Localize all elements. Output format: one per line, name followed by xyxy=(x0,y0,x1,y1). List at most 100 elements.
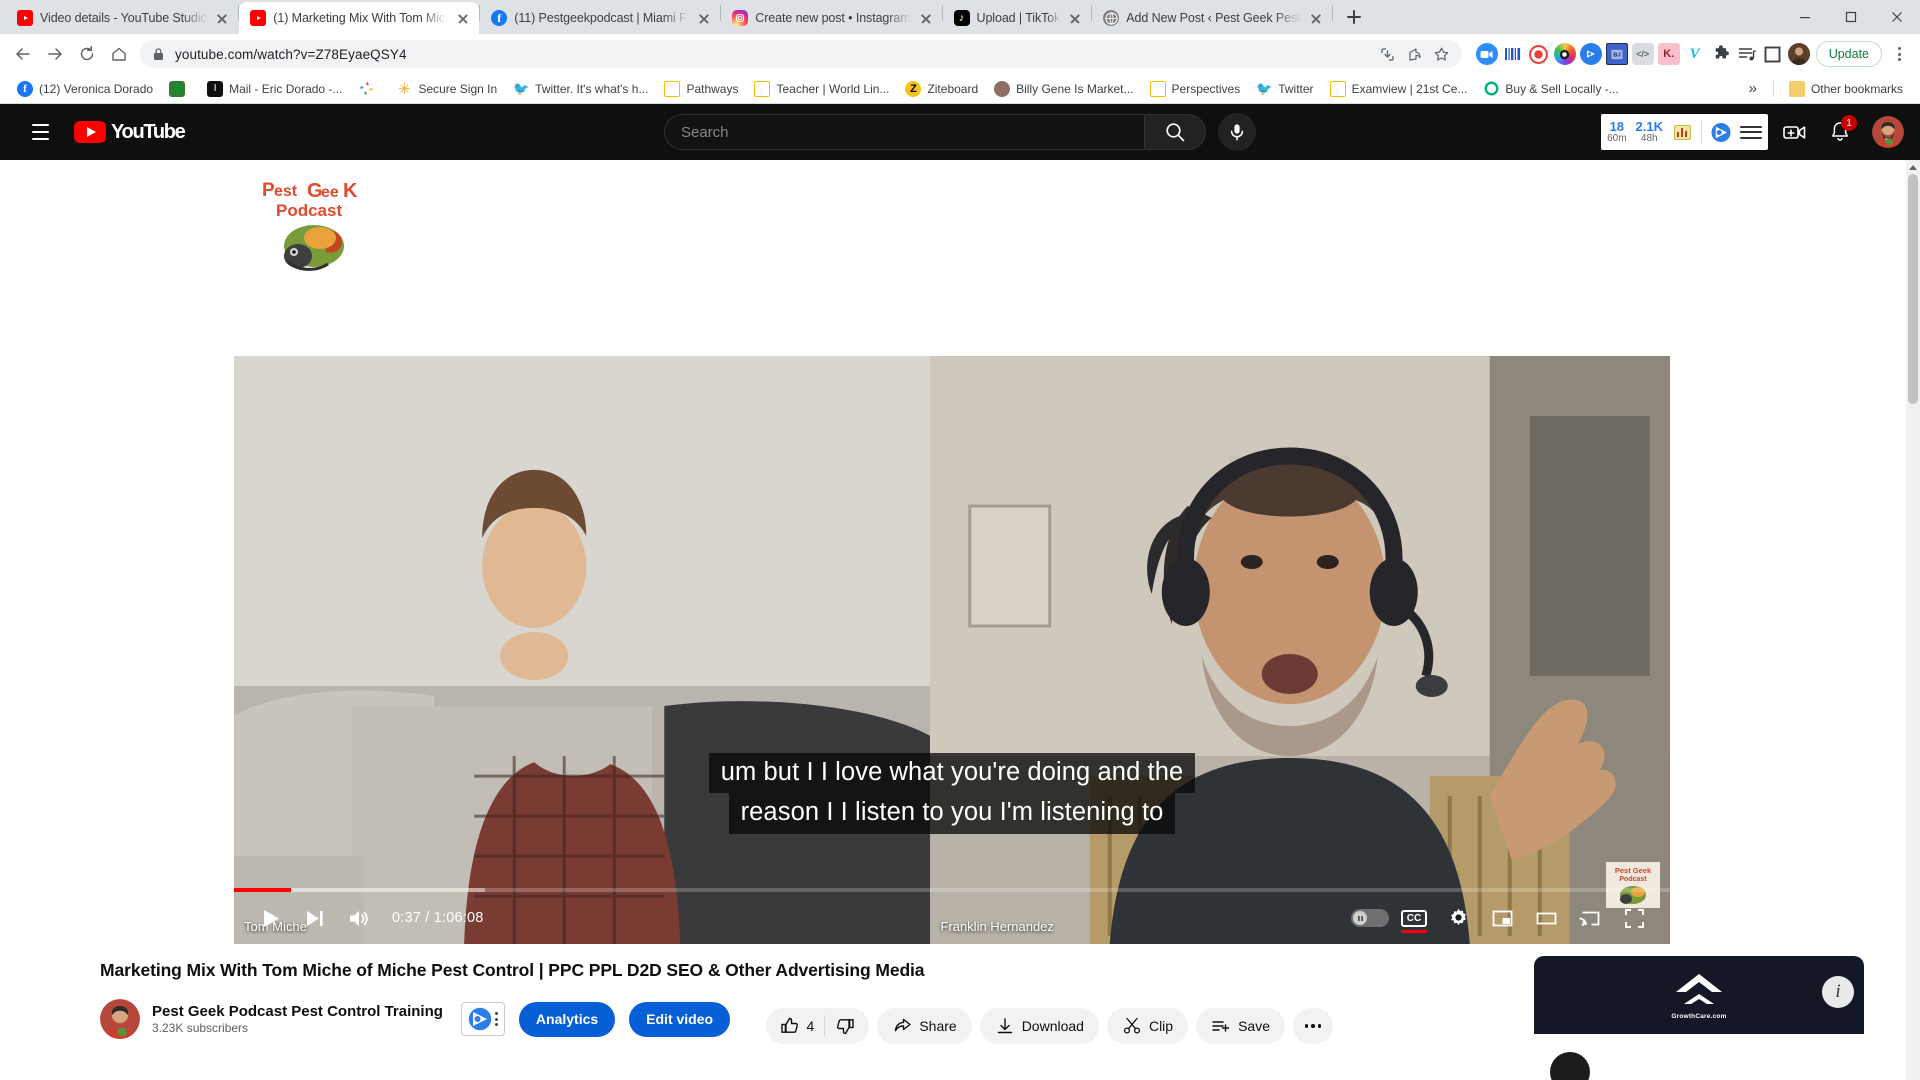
browser-tab[interactable]: Video details - YouTube Studio xyxy=(6,2,238,34)
theater-mode-icon[interactable] xyxy=(1524,896,1568,940)
guide-menu-icon[interactable] xyxy=(20,112,60,152)
browser-tab[interactable]: f (11) Pestgeekpodcast | Miami FL xyxy=(480,2,720,34)
account-avatar[interactable] xyxy=(1872,116,1904,148)
other-bookmarks-button[interactable]: Other bookmarks xyxy=(1782,78,1910,100)
browser-tab-active[interactable]: (1) Marketing Mix With Tom Mich xyxy=(239,2,480,34)
maximize-icon[interactable] xyxy=(1828,0,1874,34)
scroll-up-arrow[interactable] xyxy=(1906,160,1920,174)
volume-icon[interactable] xyxy=(336,896,380,940)
back-icon[interactable] xyxy=(8,39,38,69)
profile-avatar[interactable] xyxy=(1787,43,1810,65)
close-icon[interactable] xyxy=(1067,10,1083,26)
analytics-button[interactable]: Analytics xyxy=(518,1001,616,1037)
recorder-extension-icon[interactable] xyxy=(1527,43,1550,65)
home-icon[interactable] xyxy=(104,39,134,69)
keywords-everywhere-extension-icon[interactable]: K. xyxy=(1657,43,1680,65)
puzzle-extension-icon[interactable] xyxy=(1710,43,1732,65)
save-button[interactable]: Save xyxy=(1196,1008,1285,1044)
dislike-button[interactable] xyxy=(835,1016,865,1036)
close-icon[interactable] xyxy=(455,10,471,26)
play-icon[interactable] xyxy=(248,896,292,940)
hamburger-icon[interactable] xyxy=(1740,121,1762,143)
create-video-icon[interactable] xyxy=(1774,112,1814,152)
playlist-extension-icon[interactable] xyxy=(1736,43,1758,65)
tubebuddy-extension-icon[interactable] xyxy=(1579,43,1602,65)
miniplayer-icon[interactable] xyxy=(1480,896,1524,940)
bookmark-item[interactable]: f (12) Veronica Dorado xyxy=(10,78,160,100)
channel-name[interactable]: Pest Geek Podcast Pest Control Training xyxy=(152,1003,443,1020)
bookmark-item[interactable] xyxy=(351,78,387,100)
search-input[interactable]: Search xyxy=(664,114,1144,150)
youtube-logo[interactable]: YouTube xyxy=(74,121,186,144)
download-button[interactable]: Download xyxy=(979,1008,1099,1044)
update-button[interactable]: Update xyxy=(1815,41,1882,67)
search-button[interactable] xyxy=(1144,114,1206,150)
close-icon[interactable] xyxy=(918,10,934,26)
vimeo-extension-icon[interactable]: V xyxy=(1683,43,1706,65)
bar-chart-icon[interactable] xyxy=(1672,122,1692,142)
ad-info-icon[interactable]: i xyxy=(1822,976,1854,1008)
browser-tab[interactable]: Add New Post ‹ Pest Geek Pest C xyxy=(1092,2,1332,34)
tubebuddy-icon[interactable] xyxy=(1711,122,1731,142)
minimize-icon[interactable] xyxy=(1782,0,1828,34)
bookmark-item[interactable]: Z Ziteboard xyxy=(898,78,985,100)
bookmark-item[interactable]: I Mail - Eric Dorado -... xyxy=(200,78,349,100)
like-button[interactable]: 4 xyxy=(780,1016,814,1036)
progress-bar[interactable] xyxy=(234,888,1670,892)
sidebar-ad-card[interactable]: GrowthCare.com i xyxy=(1534,956,1864,1080)
video-info-icon[interactable]: i xyxy=(1626,174,1652,200)
browser-tab[interactable]: Create new post • Instagram xyxy=(721,2,941,34)
clip-button[interactable]: Clip xyxy=(1106,1008,1189,1044)
bookmark-item[interactable]: Perspectives xyxy=(1143,78,1248,100)
bookmark-star-icon[interactable] xyxy=(1433,46,1450,63)
tubebuddy-more-icon[interactable] xyxy=(494,1012,498,1026)
subtitles-icon[interactable]: CC xyxy=(1392,896,1436,940)
close-window-icon[interactable] xyxy=(1874,0,1920,34)
fullscreen-icon[interactable] xyxy=(1612,896,1656,940)
edit-video-button[interactable]: Edit video xyxy=(629,1001,731,1037)
bookmark-item[interactable]: Examview | 21st Ce... xyxy=(1323,78,1475,100)
bookmarks-overflow-button[interactable]: » xyxy=(1741,80,1765,97)
ad-banner[interactable]: GrowthCare.com i xyxy=(1534,956,1864,1034)
bookmark-item[interactable]: 🐦 Twitter. It's what's h... xyxy=(506,78,655,100)
chrome-menu-icon[interactable] xyxy=(1886,41,1912,67)
tubebuddy-widget[interactable]: 18 60m 2.1K 48h xyxy=(1601,114,1768,150)
share-button[interactable]: Share xyxy=(877,1008,972,1044)
autoplay-toggle[interactable] xyxy=(1348,896,1392,940)
search-box[interactable]: Search xyxy=(664,114,1206,150)
more-actions-button[interactable] xyxy=(1293,1008,1333,1044)
nimbus-extension-icon[interactable] xyxy=(1501,43,1524,65)
close-icon[interactable] xyxy=(1308,10,1324,26)
channel-avatar[interactable] xyxy=(100,999,140,1039)
bookmark-item[interactable]: 🌲 xyxy=(162,78,198,100)
close-icon[interactable] xyxy=(696,10,712,26)
page-scrollbar[interactable] xyxy=(1906,160,1920,1080)
share-icon[interactable] xyxy=(1406,46,1423,63)
next-video-icon[interactable] xyxy=(292,896,336,940)
cast-icon[interactable] xyxy=(1568,896,1612,940)
bookmark-item[interactable]: Buy & Sell Locally -... xyxy=(1476,78,1625,100)
bookmark-item[interactable]: Pathways xyxy=(657,78,745,100)
settings-gear-icon[interactable] xyxy=(1436,896,1480,940)
install-icon[interactable] xyxy=(1379,46,1396,63)
browser-tab[interactable]: ♪ Upload | TikTok xyxy=(943,2,1092,34)
close-icon[interactable] xyxy=(214,10,230,26)
camera-extension-icon[interactable] xyxy=(1553,43,1576,65)
reload-icon[interactable] xyxy=(72,39,102,69)
bookmark-item[interactable]: 🐦 Twitter xyxy=(1249,78,1320,100)
video-player[interactable]: P est G ee K Podcast Tom Miche Franklin … xyxy=(234,160,1670,944)
notifications-icon[interactable]: 1 xyxy=(1820,112,1860,152)
forward-icon[interactable] xyxy=(40,39,70,69)
scrollbar-thumb[interactable] xyxy=(1908,174,1918,404)
square-extension-icon[interactable] xyxy=(1762,43,1784,65)
code-extension-icon[interactable]: </> xyxy=(1631,43,1654,65)
address-bar[interactable]: youtube.com/watch?v=Z78EyaeQSY4 xyxy=(140,40,1462,68)
zoom-extension-icon[interactable] xyxy=(1475,43,1498,65)
tubebuddy-button[interactable] xyxy=(460,1002,505,1036)
microphone-icon[interactable] xyxy=(1218,113,1256,151)
bookmark-item[interactable]: Billy Gene Is Market... xyxy=(987,78,1140,100)
bookmark-item[interactable]: ✳ Secure Sign In xyxy=(389,78,504,100)
new-tab-button[interactable] xyxy=(1339,2,1369,32)
bookmark-item[interactable]: Teacher | World Lin... xyxy=(747,78,896,100)
screencast-extension-icon[interactable]: BJ xyxy=(1605,43,1628,65)
